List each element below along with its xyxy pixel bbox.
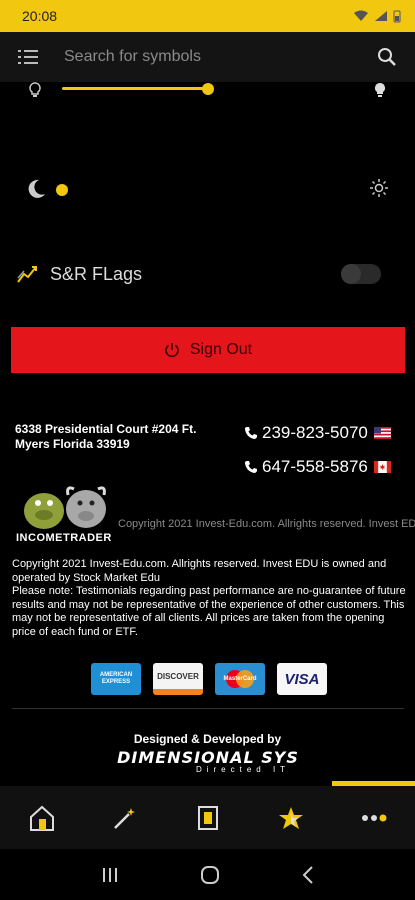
- system-nav-bar: [0, 849, 415, 900]
- discover-card-icon: DISCOVER: [153, 663, 203, 695]
- legal-copyright: Copyright 2021 Invest-Edu.com. Allrights…: [12, 558, 387, 584]
- us-flag-icon: [373, 427, 391, 439]
- mastercard-label: MasterCard: [223, 676, 257, 682]
- canada-flag-icon: [373, 461, 391, 473]
- more-dots-icon: [361, 814, 386, 821]
- nav-document[interactable]: [166, 786, 249, 849]
- bulb-off-icon: [29, 82, 41, 97]
- trend-chart-icon: [17, 266, 37, 283]
- back-icon[interactable]: [301, 865, 315, 885]
- sign-out-label: Sign Out: [189, 341, 253, 358]
- theme-row: [0, 176, 415, 204]
- brightness-slider-thumb[interactable]: [202, 83, 214, 95]
- search-input[interactable]: [56, 37, 359, 77]
- recent-apps-icon[interactable]: [101, 866, 119, 884]
- mastercard-card-icon: MasterCard: [215, 663, 265, 695]
- sr-flags-label: S&R FLags: [50, 264, 143, 284]
- amex-card-icon: AMERICAN EXPRESS: [91, 663, 141, 695]
- star-icon: [278, 806, 303, 829]
- phone-us[interactable]: 239-823-5070: [244, 422, 391, 444]
- address-line1: 6338 Presidential Court #204 Ft.: [15, 422, 197, 436]
- phone-icon: [245, 461, 257, 473]
- legal-text: Copyright 2021 Invest-Edu.com. Allrights…: [12, 558, 407, 639]
- phone-ca-number: 647-558-5876: [262, 457, 368, 476]
- power-icon: [165, 343, 179, 358]
- brightness-slider-track[interactable]: [62, 87, 208, 90]
- logo-text: INCOMETRADER: [16, 532, 112, 544]
- sr-flags-toggle[interactable]: [341, 264, 381, 284]
- nav-more[interactable]: [332, 786, 415, 849]
- magic-wand-icon: [113, 807, 135, 829]
- amex-label: AMERICAN EXPRESS: [99, 672, 133, 685]
- wifi-icon: [354, 10, 368, 21]
- battery-icon: [393, 10, 401, 22]
- discover-label: DISCOVER: [157, 671, 199, 681]
- menu-icon[interactable]: [0, 32, 56, 82]
- search-icon[interactable]: [359, 32, 415, 82]
- phone-us-number: 239-823-5070: [262, 423, 368, 442]
- sun-icon[interactable]: [369, 178, 389, 198]
- theme-selected-dot[interactable]: [56, 184, 68, 196]
- payment-cards: AMERICAN EXPRESS DISCOVER MasterCard VIS…: [91, 663, 327, 695]
- visa-label: VISA: [284, 670, 320, 688]
- app-header: [0, 32, 415, 82]
- bulb-on-icon: [375, 83, 385, 97]
- home-icon: [29, 805, 54, 831]
- toggle-knob: [341, 264, 361, 284]
- visa-card-icon: VISA: [277, 663, 327, 695]
- brightness-row: [0, 82, 415, 98]
- nav-magic[interactable]: [83, 786, 166, 849]
- divider: [12, 708, 404, 709]
- address: 6338 Presidential Court #204 Ft. Myers F…: [15, 422, 215, 452]
- nav-favorites[interactable]: [249, 786, 332, 849]
- home-button-icon[interactable]: [200, 865, 220, 885]
- sr-flags-row: S&R FLags: [0, 260, 415, 290]
- document-icon: [197, 805, 218, 830]
- copyright-marquee: Copyright 2021 Invest-Edu.com. Allrights…: [118, 518, 415, 530]
- status-icons: [353, 10, 401, 23]
- sign-out-button[interactable]: Sign Out: [11, 327, 405, 373]
- bottom-nav: [0, 786, 415, 849]
- developer-logo[interactable]: DIMENSIONAL SYS Directed IT: [107, 748, 309, 778]
- nav-home[interactable]: [0, 786, 83, 849]
- legal-disclaimer: Please note: Testimonials regarding past…: [12, 585, 406, 638]
- bull-bear-logo-icon: [24, 486, 106, 529]
- status-bar: 20:08: [0, 0, 415, 32]
- status-time: 20:08: [22, 8, 58, 24]
- designed-by: Designed & Developed by: [133, 732, 282, 746]
- signal-icon: [375, 11, 387, 21]
- moon-icon[interactable]: [25, 178, 47, 200]
- address-line2: Myers Florida 33919: [15, 437, 130, 451]
- phone-ca[interactable]: 647-558-5876: [244, 456, 391, 478]
- phone-icon: [245, 427, 257, 439]
